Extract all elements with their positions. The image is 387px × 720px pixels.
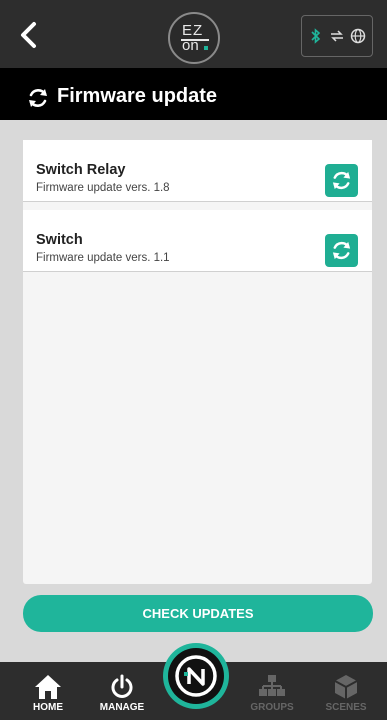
groups-icon (259, 675, 285, 696)
nav-item-groups[interactable]: GROUPS (244, 662, 300, 720)
list-item: Switch Relay Firmware update vers. 1.8 (23, 140, 372, 202)
check-updates-button[interactable]: CHECK UPDATES (23, 595, 373, 632)
device-name: Switch (36, 232, 83, 248)
nav-label: GROUPS (250, 702, 294, 713)
page-header: Firmware update (0, 68, 387, 120)
logo-text-bottom: on (182, 37, 199, 54)
globe-icon (350, 28, 366, 44)
firmware-version: Firmware update vers. 1.8 (36, 182, 170, 194)
firmware-version: Firmware update vers. 1.1 (36, 252, 170, 264)
nav-item-home[interactable]: HOME (22, 662, 74, 720)
update-button[interactable] (325, 234, 358, 267)
cube-icon (334, 675, 358, 699)
nav-item-scenes[interactable]: SCENES (318, 662, 374, 720)
nav-label: HOME (33, 702, 63, 713)
power-icon (111, 674, 133, 698)
firmware-list: Switch Relay Firmware update vers. 1.8 S… (23, 140, 372, 584)
refresh-icon (332, 241, 351, 260)
refresh-icon (29, 89, 47, 107)
logo-text-top: EZ (182, 22, 204, 39)
home-icon (35, 675, 61, 699)
ezon-logo-icon (175, 655, 217, 697)
device-name: Switch Relay (36, 162, 126, 178)
bluetooth-icon (311, 28, 321, 44)
nav-item-manage[interactable]: MANAGE (92, 662, 152, 720)
refresh-icon (332, 171, 351, 190)
nav-label: MANAGE (99, 702, 145, 713)
update-button[interactable] (325, 164, 358, 197)
connection-status[interactable] (301, 15, 373, 57)
nav-label: SCENES (325, 702, 367, 713)
center-action-button[interactable] (163, 643, 229, 709)
sync-arrows-icon (331, 30, 343, 42)
list-item: Switch Firmware update vers. 1.1 (23, 210, 372, 272)
chevron-left-icon (21, 22, 36, 48)
page-title: Firmware update (57, 85, 218, 107)
top-bar: EZ on (0, 0, 387, 68)
app-logo[interactable]: EZ on (168, 12, 220, 64)
back-button[interactable] (14, 18, 44, 52)
